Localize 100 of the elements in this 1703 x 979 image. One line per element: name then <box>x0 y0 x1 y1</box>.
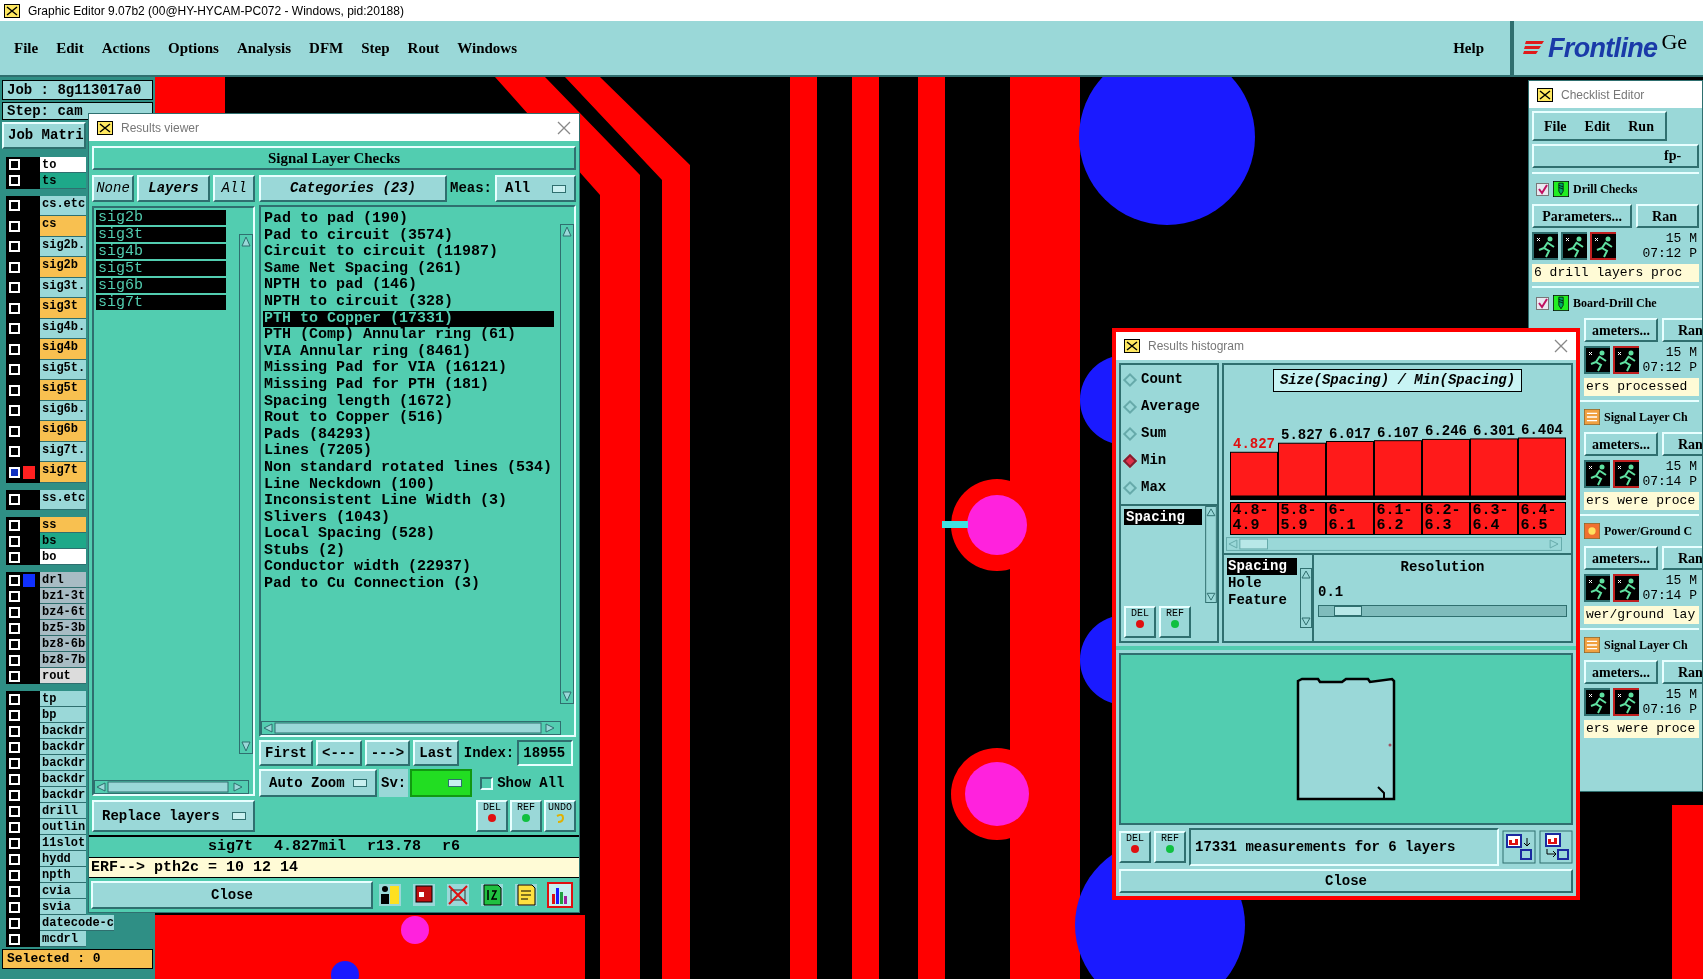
menu-item[interactable]: File <box>14 36 39 60</box>
layer-list-item[interactable]: sig5t <box>96 261 226 276</box>
layer-name[interactable]: to <box>40 156 86 173</box>
layer-name[interactable]: bo <box>40 549 86 565</box>
show-all-checkbox[interactable]: Show All <box>480 772 565 794</box>
close-button[interactable]: Close <box>1119 869 1573 893</box>
running-figure-icon[interactable] <box>1584 460 1610 488</box>
mode-radio[interactable]: Sum <box>1125 423 1217 444</box>
layer-checkbox[interactable] <box>9 933 20 945</box>
layer-checkbox[interactable] <box>9 159 20 170</box>
layer-checkbox[interactable] <box>9 405 20 417</box>
check-title[interactable]: Signal Layer Ch <box>1604 636 1688 654</box>
layer-checkbox[interactable] <box>9 638 20 650</box>
close-button[interactable]: Close <box>91 881 373 909</box>
layer-checkbox[interactable] <box>9 757 20 769</box>
layer-name[interactable]: backdr <box>40 739 86 755</box>
layer-name[interactable]: npth <box>40 867 86 883</box>
layer-name[interactable]: bz1-3t <box>40 588 86 604</box>
layer-name[interactable]: mcdrl <box>40 931 86 947</box>
layer-checkbox[interactable] <box>9 494 20 506</box>
layer-name[interactable]: sig2b <box>40 257 86 278</box>
running-figure-icon[interactable] <box>1613 688 1639 716</box>
bar-chart-icon[interactable] <box>547 882 575 908</box>
layer-name[interactable]: outlin <box>40 819 86 835</box>
layer-list-item[interactable]: sig4b <box>96 244 226 259</box>
layer-checkbox[interactable] <box>9 805 20 817</box>
check-title[interactable]: Power/Ground C <box>1604 522 1693 540</box>
running-figure-icon[interactable] <box>1584 574 1610 602</box>
layer-name[interactable]: sig2b. <box>40 236 86 257</box>
layer-name[interactable]: bz4-6t <box>40 604 86 620</box>
layer-name[interactable]: bz8-7b <box>40 652 86 668</box>
layer-checkbox[interactable] <box>9 789 20 801</box>
category-item[interactable]: Pad to circuit (3574) <box>263 227 554 245</box>
attribute-list-item[interactable]: Feature <box>1227 592 1297 609</box>
layer-checkbox[interactable] <box>9 917 20 929</box>
category-item[interactable]: Local Spacing (528) <box>263 526 554 543</box>
edit-button[interactable]: DEL <box>1119 831 1151 863</box>
layer-checkbox[interactable] <box>9 466 20 478</box>
running-figure-icon[interactable] <box>1613 460 1639 488</box>
layer-checkbox[interactable] <box>9 885 20 897</box>
layer-name[interactable]: cs.etc <box>40 195 86 216</box>
layer-name[interactable]: bs <box>40 533 86 549</box>
layer-checkbox[interactable] <box>9 261 20 273</box>
category-item[interactable]: Stubs (2) <box>263 542 554 560</box>
layer-name[interactable]: sig5t. <box>40 359 86 380</box>
layer-checkbox[interactable] <box>9 606 20 618</box>
layer-checkbox[interactable] <box>9 519 20 531</box>
layer-name[interactable]: sig7t <box>40 462 86 483</box>
running-figure-icon[interactable] <box>1613 574 1639 602</box>
layer-name[interactable]: sig5t <box>40 380 86 401</box>
layer-name[interactable]: svia <box>40 899 86 915</box>
running-figure-icon[interactable] <box>1584 346 1610 374</box>
layer-name[interactable]: sig6b <box>40 421 86 442</box>
attribute-list-item[interactable]: Spacing <box>1227 558 1297 575</box>
layer-name[interactable]: datecode-c <box>40 915 114 931</box>
layer-name[interactable]: sig7t. <box>40 441 86 462</box>
layer-checkbox[interactable] <box>9 364 20 376</box>
layer-name[interactable]: bp <box>40 707 86 723</box>
layer-checkbox[interactable] <box>9 574 20 586</box>
layer-checkbox[interactable] <box>9 709 20 721</box>
run-button[interactable]: Ran <box>1661 432 1702 456</box>
category-item[interactable]: Circuit to circuit (11987) <box>263 244 554 261</box>
layer-list-item[interactable]: sig2b <box>96 210 226 225</box>
layer-checkbox[interactable] <box>9 853 20 865</box>
close-icon[interactable] <box>1554 339 1568 353</box>
layer-name[interactable]: backdr <box>40 755 86 771</box>
layer-name[interactable]: sig4b. <box>40 318 86 339</box>
category-item[interactable]: PTH (Comp) Annular ring (61) <box>263 327 554 344</box>
run-button[interactable]: Ran <box>1636 204 1699 228</box>
check-title[interactable]: Signal Layer Ch <box>1604 408 1688 426</box>
category-item[interactable]: Lines (7205) <box>263 443 554 460</box>
layer-checkbox[interactable] <box>9 869 20 881</box>
layer-checkbox[interactable] <box>9 343 20 355</box>
layer-checkbox[interactable] <box>9 200 20 212</box>
edit-button[interactable]: DEL <box>1124 606 1156 638</box>
category-item[interactable]: Spacing length (1672) <box>263 393 554 411</box>
auto-zoom-dropdown[interactable]: Auto Zoom <box>259 769 377 797</box>
menu-item[interactable]: Rout <box>407 36 440 60</box>
layer-name[interactable]: cvia <box>40 883 86 899</box>
layer-name[interactable]: backdr <box>40 771 86 787</box>
menu-item[interactable]: Actions <box>101 36 150 60</box>
nav-button[interactable]: Last <box>413 740 459 766</box>
layer-name[interactable]: drl <box>40 572 86 588</box>
category-item[interactable]: NPTH to circuit (328) <box>263 293 554 311</box>
layer-checkbox[interactable] <box>9 901 20 913</box>
check-title[interactable]: Drill Checks <box>1573 180 1638 198</box>
category-item[interactable]: NPTH to pad (146) <box>263 277 554 294</box>
measure-list-item[interactable]: Spacing <box>1124 509 1202 525</box>
mode-radio[interactable]: Count <box>1125 369 1217 390</box>
layer-checkbox[interactable] <box>9 241 20 253</box>
attribute-list-item[interactable]: Hole <box>1227 575 1297 592</box>
mode-radio[interactable]: Min <box>1125 450 1217 471</box>
running-figure-icon[interactable] <box>1613 346 1639 374</box>
layer-checkbox[interactable] <box>9 282 20 294</box>
layer-checkbox[interactable] <box>9 446 20 458</box>
import-chart-icon[interactable] <box>1539 830 1573 864</box>
layer-filter-button[interactable]: All <box>213 175 255 202</box>
layer-checkbox[interactable] <box>9 837 20 849</box>
edit-button[interactable]: DEL <box>476 800 508 832</box>
menu-item[interactable]: Analysis <box>236 36 292 60</box>
